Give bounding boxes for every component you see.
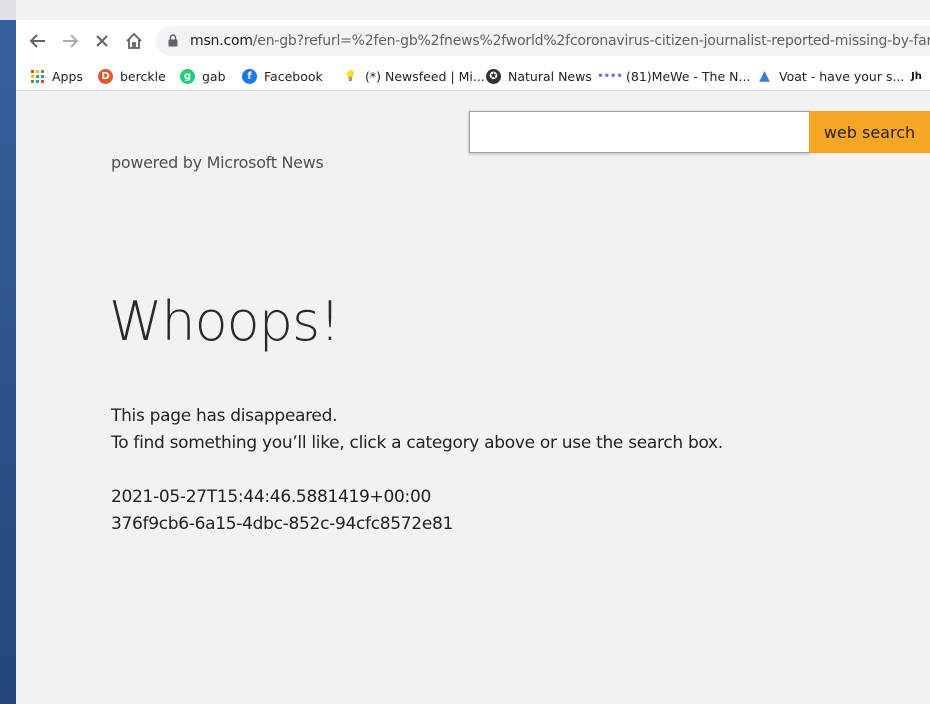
natural-news-icon: ✪ [486, 68, 501, 84]
error-request-id: 376f9cb6-6a15-4dbc-852c-94cfc8572e81 [111, 514, 454, 534]
bookmark-item-3[interactable]: f Facebook [242, 66, 323, 86]
error-message-line2: To find something you’ll like, click a c… [111, 433, 723, 453]
gab-icon: g [180, 68, 195, 84]
bookmark-item-1[interactable]: Dberckle [98, 66, 166, 86]
bookmark-item-8[interactable]: Jh [909, 66, 924, 86]
desktop-edge [0, 0, 16, 704]
bookmark-item-5[interactable]: ✪ Natural News [486, 66, 592, 86]
web-search-button[interactable]: web search [809, 111, 930, 153]
duckduckgo-icon: D [98, 68, 113, 84]
bookmark-label: (81)MeWe - The N... [626, 68, 751, 84]
forward-button[interactable] [58, 29, 82, 53]
search-input[interactable] [469, 111, 810, 153]
bookmark-label: (*) Newsfeed | Mi... [365, 68, 485, 84]
bookmark-item-6[interactable]: •••• (81)MeWe - The N... [597, 66, 751, 86]
lock-icon [168, 34, 178, 47]
bookmarks-bar: Apps Dberckle g gab f Facebook 💡 (*) Newsfeed |… [16, 62, 930, 91]
back-arrow-icon [29, 34, 45, 48]
bookmark-label: Natural News [508, 68, 592, 84]
facebook-icon: f [242, 68, 257, 84]
bookmark-label: berckle [120, 68, 166, 84]
page-content: web search powered by Microsoft News Who… [16, 92, 930, 704]
error-heading: Whoops! [109, 290, 341, 353]
apps-grid-icon [30, 69, 45, 84]
bookmark-item-4[interactable]: 💡 (*) Newsfeed | Mi... [343, 66, 485, 86]
address-bar[interactable]: msn.com/en-gb?refurl=%2fen-gb%2fnews%2fw… [156, 26, 930, 56]
bookmark-item-2[interactable]: g gab [180, 66, 226, 86]
bookmark-label: Apps [52, 68, 83, 84]
bookmark-label: gab [202, 68, 226, 84]
forward-arrow-icon [63, 34, 79, 48]
bookmark-label: Voat - have your s... [779, 68, 905, 84]
home-button[interactable] [122, 29, 146, 53]
error-timestamp: 2021-05-27T15:44:46.5881419+00:00 [111, 487, 431, 507]
powered-by-text: powered by Microsoft News [111, 153, 324, 172]
bookmark-item-0[interactable]: Apps [30, 66, 83, 86]
stop-loading-button[interactable] [90, 29, 114, 53]
home-icon [126, 32, 142, 49]
back-button[interactable] [26, 29, 50, 53]
browser-toolbar: msn.com/en-gb?refurl=%2fen-gb%2fnews%2fw… [16, 20, 930, 62]
voat-icon: ▲ [759, 68, 770, 84]
lightbulb-icon: 💡 [344, 70, 357, 82]
bookmark-item-7[interactable]: ▲ Voat - have your s... [757, 66, 904, 86]
jh-icon: Jh [911, 70, 922, 82]
error-message-line1: This page has disappeared. [111, 406, 338, 426]
close-icon [96, 35, 108, 47]
bookmark-label: Facebook [264, 68, 323, 84]
url-text: msn.com/en-gb?refurl=%2fen-gb%2fnews%2fw… [190, 33, 930, 49]
mewe-icon: •••• [597, 70, 623, 82]
